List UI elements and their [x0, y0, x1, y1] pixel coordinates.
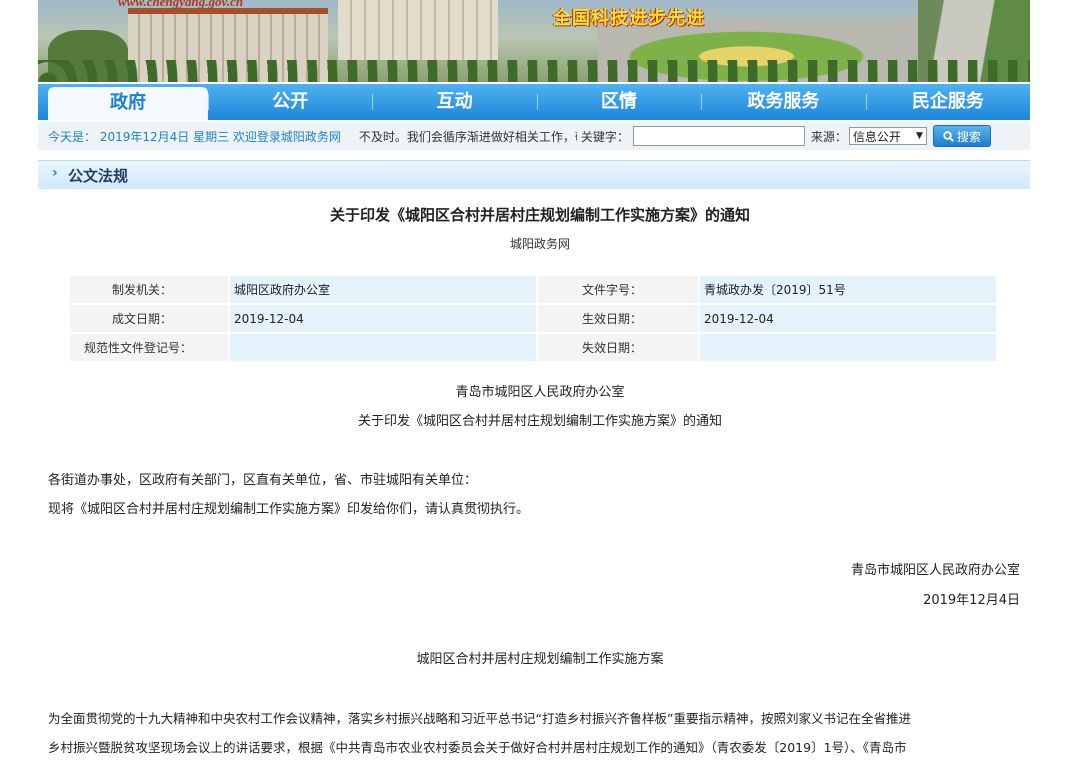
signature-office: 青岛市城阳区人民政府办公室 [850, 563, 1020, 578]
nav-item-business-services[interactable]: 民企服务 [865, 84, 1030, 120]
paragraph-line-2: 乡村振兴暨脱贫攻坚现场会议上的讲话要求，根据《中共青岛市农业农村委员会关于做好合… [48, 740, 907, 755]
search-icon [943, 130, 954, 142]
table-row: 规范性文件登记号： 失效日期： [70, 334, 998, 361]
notice-heading: 关于印发《城阳区合村并居村庄规划编制工作实施方案》的通知 [357, 414, 722, 429]
site-banner: www.chengyang.gov.cn 全国科技进步先进 [38, 0, 1030, 82]
chevron-right-icon: › [52, 165, 58, 181]
site-url: www.chengyang.gov.cn [118, 0, 244, 9]
effective-label: 生效日期： [538, 305, 698, 332]
signature-date: 2019年12月4日 [923, 593, 1020, 608]
banner-tree-line [38, 60, 1030, 82]
nav-item-interaction[interactable]: 互动 [372, 84, 536, 120]
nav-item-district[interactable]: 区情 [536, 84, 701, 120]
docno-label: 文件字号： [538, 276, 698, 303]
table-row: 制发机关： 城阳区政府办公室 文件字号： 青城政办发〔2019〕51号 [70, 276, 998, 303]
nav-item-government[interactable]: 政府 [48, 87, 208, 120]
reg-value [228, 334, 538, 361]
section-title[interactable]: 公文法规 [68, 165, 128, 186]
nav-item-gov-services[interactable]: 政务服务 [701, 84, 865, 120]
banner-building-2 [338, 0, 498, 60]
date-value: 2019-12-04 [228, 305, 538, 332]
body-line: 现将《城阳区合村并居村庄规划编制工作实施方案》印发给你们，请认真贯彻执行。 [48, 502, 530, 517]
section-header: › 公文法规 [38, 160, 1030, 189]
search-button-label: 搜索 [956, 129, 981, 144]
source-select[interactable]: 信息公开 ▼ [848, 127, 927, 145]
recipients-line: 各街道办事处，区政府有关部门，区直有关单位，省、市驻城阳有关单位： [48, 473, 478, 488]
issuer-value: 城阳区政府办公室 [228, 276, 538, 303]
expiry-value [698, 334, 998, 361]
date-label: 成文日期： [70, 305, 228, 332]
issuing-office-heading: 青岛市城阳区人民政府办公室 [455, 385, 625, 400]
today-date-text: 今天是： 2019年12月4日 星期三 欢迎登录城阳政务网 [48, 129, 341, 144]
table-row: 成文日期： 2019-12-04 生效日期： 2019-12-04 [70, 305, 998, 332]
reg-label: 规范性文件登记号： [70, 334, 228, 361]
document-meta-table: 制发机关： 城阳区政府办公室 文件字号： 青城政办发〔2019〕51号 成文日期… [70, 274, 998, 363]
scrolling-notice: 不及时。我们会循序渐进做好相关工作，敬 [358, 129, 577, 144]
source-select-value: 信息公开 [852, 129, 901, 144]
document-source: 城阳政务网 [509, 237, 570, 251]
main-nav: 政府 公开 互动 区情 政务服务 民企服务 [38, 84, 1030, 120]
info-search-bar: 今天是： 2019年12月4日 星期三 欢迎登录城阳政务网 不及时。我们会循序渐… [38, 122, 1030, 150]
paragraph-line-1: 为全面贯彻党的十九大精神和中央农村工作会议精神，落实乡村振兴战略和习近平总书记“… [48, 711, 911, 726]
plan-title: 城阳区合村并居村庄规划编制工作实施方案 [416, 652, 664, 667]
banner-slogan: 全国科技进步先进 [553, 8, 705, 29]
page: www.chengyang.gov.cn 全国科技进步先进 政府 公开 互动 区… [0, 0, 1080, 760]
effective-value: 2019-12-04 [698, 305, 998, 332]
issuer-label: 制发机关： [70, 276, 228, 303]
keyword-input[interactable] [632, 126, 805, 146]
dropdown-arrow-icon: ▼ [916, 131, 923, 141]
keyword-label: 关键字： [580, 129, 629, 144]
search-button[interactable]: 搜索 [932, 125, 991, 147]
source-label: 来源： [810, 129, 847, 144]
docno-value: 青城政办发〔2019〕51号 [698, 276, 998, 303]
nav-item-public[interactable]: 公开 [208, 84, 372, 120]
expiry-label: 失效日期： [538, 334, 698, 361]
document-title: 关于印发《城阳区合村并居村庄规划编制工作实施方案》的通知 [329, 206, 750, 224]
